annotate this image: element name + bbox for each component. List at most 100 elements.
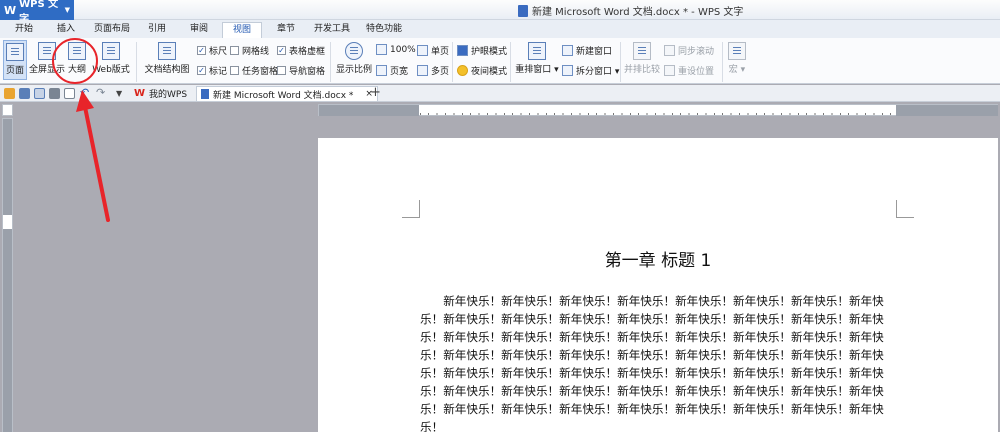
macro-icon xyxy=(728,42,746,60)
checkbox-empty-icon xyxy=(230,66,239,75)
zoom-100-label: 100% xyxy=(390,44,416,55)
side-by-side-icon xyxy=(633,42,651,60)
vertical-ruler[interactable] xyxy=(2,118,13,432)
mark-label: 标记 xyxy=(209,67,228,77)
undo-icon[interactable]: ↶ xyxy=(80,87,91,99)
ruler-margin-top xyxy=(3,119,12,215)
reset-position-icon xyxy=(664,65,675,76)
split-window-button[interactable]: 拆分窗口 ▾ xyxy=(562,64,619,77)
print-icon[interactable] xyxy=(49,88,60,99)
task-pane-checkbox[interactable]: 任务窗格 xyxy=(230,64,278,77)
ribbon-divider xyxy=(330,42,331,82)
checkbox-empty-icon xyxy=(230,46,239,55)
tab-view[interactable]: 视图 xyxy=(222,22,262,38)
quick-access-toolbar: ↶ ↷ ▼ W 我的WPS × 新建 Microsoft Word 文档.doc… xyxy=(0,85,1000,102)
mark-checkbox[interactable]: ✓ 标记 xyxy=(197,64,227,77)
new-window-label: 新建窗口 xyxy=(576,47,613,57)
ribbon-divider xyxy=(620,42,621,82)
zoom-100-button[interactable]: 100% xyxy=(376,44,416,55)
multi-page-icon xyxy=(417,65,428,76)
title-bar: W WPS 文字 ▼ 新建 Microsoft Word 文档.docx * -… xyxy=(0,0,1000,25)
moon-icon xyxy=(457,65,468,76)
print-preview-icon[interactable] xyxy=(64,88,75,99)
tab-document[interactable]: 新建 Microsoft Word 文档.docx * × xyxy=(196,86,378,101)
checkbox-checked-icon: ✓ xyxy=(197,45,206,55)
zoom-label: 显示比例 xyxy=(335,65,372,75)
page-width-label: 页宽 xyxy=(390,67,409,77)
ribbon-divider xyxy=(136,42,137,82)
new-window-button[interactable]: 新建窗口 xyxy=(562,44,612,57)
night-mode-button[interactable]: 夜间模式 xyxy=(457,64,507,77)
page-view-icon xyxy=(6,43,24,61)
redo-icon[interactable]: ↷ xyxy=(96,87,107,99)
macro-button[interactable]: 宏 ▾ xyxy=(726,42,748,75)
ribbon-divider xyxy=(510,42,511,82)
gridlines-checkbox[interactable]: 网格线 xyxy=(230,44,269,57)
chevron-down-icon: ▼ xyxy=(64,6,70,14)
gridlines-label: 网格线 xyxy=(242,47,270,57)
multi-page-label: 多页 xyxy=(431,67,450,77)
multi-page-button[interactable]: 多页 xyxy=(417,64,449,77)
body-paragraph[interactable]: 新年快乐！新年快乐！新年快乐！新年快乐！新年快乐！新年快乐！新年快乐！新年快乐！… xyxy=(420,292,898,432)
chapter-heading[interactable]: 第一章 标题 1 xyxy=(318,246,998,271)
rearrange-window-label: 重排窗口 ▾ xyxy=(515,65,559,75)
export-pdf-icon[interactable] xyxy=(34,88,45,99)
tab-features[interactable]: 特色功能 xyxy=(360,22,408,38)
one-page-icon xyxy=(417,45,428,56)
doc-structure-button[interactable]: 文档结构图 xyxy=(142,42,192,75)
eye-mode-button[interactable]: 护眼模式 xyxy=(457,44,507,57)
one-page-button[interactable]: 单页 xyxy=(417,44,449,57)
one-page-label: 单页 xyxy=(431,47,450,57)
split-window-icon xyxy=(562,65,573,76)
table-border-checkbox[interactable]: ✓ 表格虚框 xyxy=(277,44,325,57)
document-icon xyxy=(201,89,209,99)
eye-mode-label: 护眼模式 xyxy=(471,47,508,57)
new-tab-icon[interactable]: + xyxy=(370,85,381,100)
tab-my-wps-label: 我的WPS xyxy=(149,90,188,100)
tab-chapter[interactable]: 章节 xyxy=(268,22,304,38)
task-pane-label: 任务窗格 xyxy=(242,67,279,77)
page-width-icon xyxy=(376,65,387,76)
page-width-button[interactable]: 页宽 xyxy=(376,64,408,77)
ruler-corner[interactable] xyxy=(2,104,13,116)
chevron-down-icon[interactable]: ▼ xyxy=(116,88,127,99)
document-page[interactable]: 第一章 标题 1 新年快乐！新年快乐！新年快乐！新年快乐！新年快乐！新年快乐！新… xyxy=(318,138,998,432)
ribbon-divider xyxy=(722,42,723,82)
wps-logo-icon: W xyxy=(134,88,146,99)
tab-home[interactable]: 开始 xyxy=(6,22,42,38)
web-layout-button[interactable]: Web版式 xyxy=(92,42,130,75)
sync-scroll-button[interactable]: 同步滚动 xyxy=(664,44,714,57)
crop-mark-top-left xyxy=(402,200,420,218)
window-title: 新建 Microsoft Word 文档.docx * - WPS 文字 xyxy=(518,3,743,18)
checkbox-empty-icon xyxy=(277,66,286,75)
side-by-side-button[interactable]: 并排比较 xyxy=(624,42,660,75)
tab-references[interactable]: 引用 xyxy=(140,22,174,38)
ruler-checkbox[interactable]: ✓ 标尺 xyxy=(197,44,227,57)
doc-structure-label: 文档结构图 xyxy=(144,65,190,75)
tab-insert[interactable]: 插入 xyxy=(48,22,84,38)
document-icon xyxy=(518,4,528,17)
night-mode-label: 夜间模式 xyxy=(471,67,508,77)
reset-position-button[interactable]: 重设位置 xyxy=(664,64,714,77)
side-by-side-label: 并排比较 xyxy=(624,65,661,75)
page-view-label: 页面 xyxy=(5,66,24,76)
split-window-label: 拆分窗口 ▾ xyxy=(576,67,620,77)
wps-menu-button[interactable]: W WPS 文字 ▼ xyxy=(0,0,74,25)
rearrange-window-icon xyxy=(528,42,546,60)
annotation-circle xyxy=(52,38,98,84)
web-layout-label: Web版式 xyxy=(92,65,130,75)
tab-page-layout[interactable]: 页面布局 xyxy=(88,22,136,38)
open-folder-icon[interactable] xyxy=(4,88,15,99)
tab-developer[interactable]: 开发工具 xyxy=(308,22,356,38)
horizontal-ruler[interactable] xyxy=(318,104,998,116)
reset-position-label: 重设位置 xyxy=(678,67,715,77)
rearrange-window-button[interactable]: 重排窗口 ▾ xyxy=(514,42,560,75)
tab-review[interactable]: 审阅 xyxy=(182,22,216,38)
table-border-label: 表格虚框 xyxy=(289,47,326,57)
nav-pane-checkbox[interactable]: 导航窗格 xyxy=(277,64,325,77)
page-view-button[interactable]: 页面 xyxy=(3,40,27,80)
zoom-button[interactable]: 显示比例 xyxy=(335,42,373,75)
save-icon[interactable] xyxy=(19,88,30,99)
zoom-100-icon xyxy=(376,44,387,55)
web-layout-icon xyxy=(102,42,120,60)
